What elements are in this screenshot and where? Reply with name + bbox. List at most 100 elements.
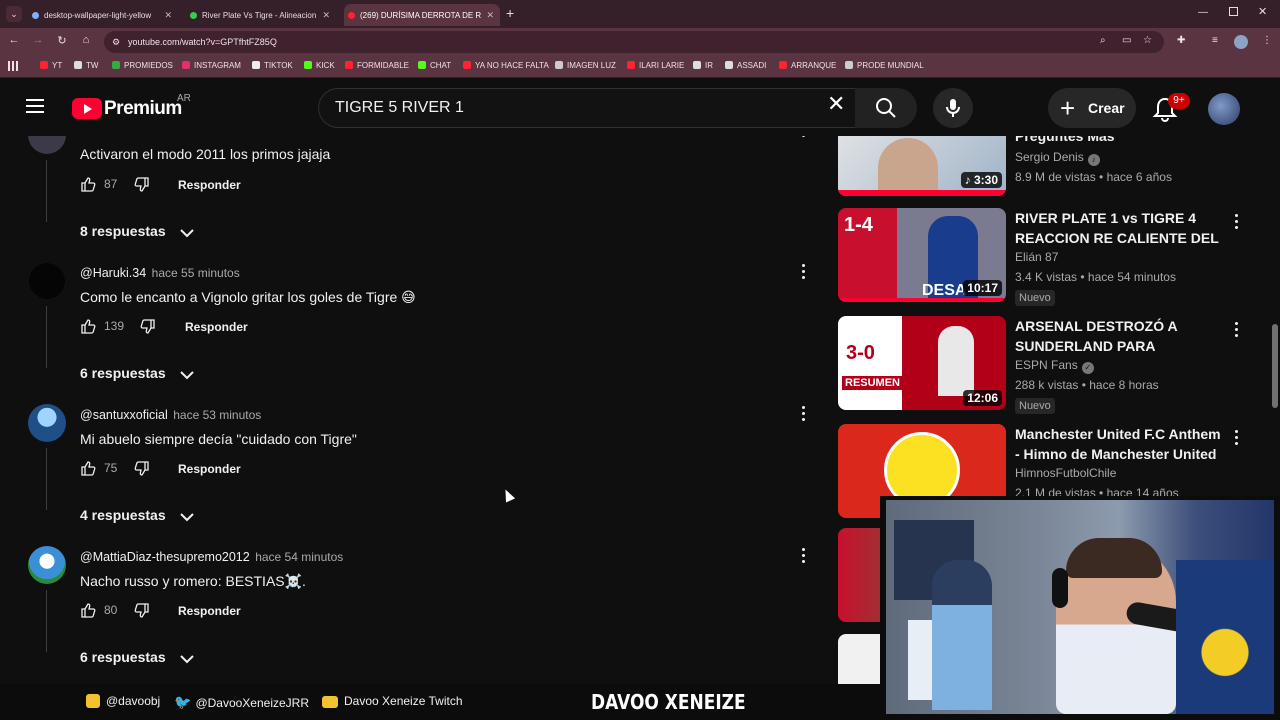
comment-more-icon[interactable] — [798, 136, 808, 140]
recommended-video[interactable]: 3-0 RESUMEN 12:06 ARSENAL DESTROZÓ A SUN… — [838, 316, 1258, 414]
comment-more-icon[interactable] — [798, 406, 808, 424]
comment-more-icon[interactable] — [798, 548, 808, 566]
dislike-icon[interactable] — [134, 177, 150, 193]
bookmark-item[interactable]: YT — [40, 61, 62, 70]
bookmark-item[interactable]: INSTAGRAM — [182, 61, 241, 70]
comment-time[interactable]: hace 53 minutos — [173, 408, 261, 422]
youtube-logo-text[interactable]: Premium — [104, 98, 182, 120]
video-more-icon[interactable] — [1231, 214, 1241, 232]
search-button[interactable] — [855, 88, 917, 128]
forward-icon[interactable]: → — [30, 34, 46, 46]
comment-author[interactable]: @Haruki.34 hace 55 minutos — [80, 266, 240, 280]
reply-button[interactable]: Responder — [178, 178, 241, 192]
tab-close-icon[interactable]: ✕ — [322, 10, 330, 21]
apps-grid-icon[interactable] — [8, 61, 18, 71]
comment-more-icon[interactable] — [798, 264, 808, 282]
dislike-icon[interactable] — [134, 603, 150, 619]
view-replies-button[interactable]: 6 respuestas — [80, 365, 194, 381]
video-title[interactable]: Preguntes Más — [1015, 136, 1223, 146]
bookmark-item[interactable]: FORMIDABLE — [345, 61, 409, 70]
reading-list-icon[interactable]: ≡ — [1212, 35, 1218, 46]
video-more-icon[interactable] — [1231, 322, 1241, 340]
minimize-icon[interactable]: — — [1198, 7, 1208, 18]
cast-icon[interactable]: ▭ — [1122, 35, 1131, 46]
channel-name[interactable]: HimnosFutbolChile — [1015, 466, 1116, 480]
like-icon[interactable] — [80, 318, 96, 334]
channel-name[interactable]: Elián 87 — [1015, 250, 1058, 264]
recommended-video[interactable]: ♪ 3:30 Preguntes Más Sergio Denis ♪ 8.9 M… — [838, 136, 1258, 198]
home-icon[interactable]: ⌂ — [78, 34, 94, 46]
comment-author[interactable]: @santuxxoficial hace 53 minutos — [80, 408, 261, 422]
video-title[interactable]: Manchester United F.C Anthem - Himno de … — [1015, 424, 1223, 464]
like-icon[interactable] — [80, 176, 96, 192]
profile-icon[interactable] — [1234, 35, 1248, 49]
bookmark-item[interactable]: IMAGEN LUZ — [555, 61, 616, 70]
clear-search-icon[interactable]: ✕ — [827, 93, 845, 115]
bookmark-item[interactable]: IR — [693, 61, 713, 70]
like-icon[interactable] — [80, 460, 96, 476]
video-title[interactable]: ARSENAL DESTROZÓ A SUNDERLAND PARA SACAR… — [1015, 316, 1223, 356]
recommended-video[interactable]: 1-4 DESA 10:17 RIVER PLATE 1 vs TIGRE 4 … — [838, 208, 1258, 306]
reply-button[interactable]: Responder — [178, 462, 241, 476]
bookmark-item[interactable]: TIKTOK — [252, 61, 293, 70]
reply-button[interactable]: Responder — [185, 320, 248, 334]
dislike-icon[interactable] — [134, 461, 150, 477]
browser-tab[interactable]: River Plate Vs Tigre - Alineacion ✕ — [186, 4, 336, 26]
video-thumbnail[interactable]: ♪ 3:30 — [838, 136, 1006, 196]
bookmark-item[interactable]: PRODE MUNDIAL — [845, 61, 924, 70]
site-info-icon[interactable]: ⚙ — [112, 31, 120, 53]
menu-hamburger-icon[interactable] — [26, 98, 46, 114]
tab-search-icon[interactable]: ⌄ — [6, 6, 22, 22]
video-thumbnail[interactable]: 3-0 RESUMEN 12:06 — [838, 316, 1006, 410]
like-icon[interactable] — [80, 602, 96, 618]
tab-close-icon[interactable]: ✕ — [486, 10, 494, 21]
view-replies-button[interactable]: 4 respuestas — [80, 507, 194, 523]
bookmark-item[interactable]: ILARI LARIE — [627, 61, 684, 70]
create-button[interactable]: + Crear — [1048, 88, 1136, 128]
bookmark-item[interactable]: PROMIEDOS — [112, 61, 173, 70]
comment-time[interactable]: hace 55 minutos — [152, 266, 240, 280]
view-replies-button[interactable]: 6 respuestas — [80, 649, 194, 665]
back-icon[interactable]: ← — [6, 34, 22, 46]
page-scrollbar[interactable] — [1272, 324, 1278, 408]
video-title[interactable]: RIVER PLATE 1 vs TIGRE 4 REACCION RE CAL… — [1015, 208, 1223, 248]
bookmark-item[interactable]: CHAT — [418, 61, 451, 70]
bookmark-item[interactable]: YA NO HACE FALTA — [463, 61, 549, 70]
close-window-icon[interactable]: ✕ — [1258, 5, 1267, 18]
channel-name[interactable]: ESPN Fans ✓ — [1015, 358, 1094, 374]
extensions-icon[interactable]: ✚ — [1177, 35, 1185, 46]
author-handle[interactable]: @Haruki.34 — [80, 266, 146, 280]
youtube-logo-icon[interactable] — [72, 98, 102, 119]
url-field[interactable]: ⚙ youtube.com/watch?v=GPTfhtFZ85Q — [104, 31, 1164, 53]
comment-time[interactable]: hace 54 minutos — [255, 550, 343, 564]
comment-avatar[interactable] — [28, 262, 66, 300]
reload-icon[interactable]: ↻ — [54, 34, 70, 47]
search-input[interactable]: TIGRE 5 RIVER 1 — [335, 99, 464, 117]
browser-tab[interactable]: desktop-wallpaper-light-yellow ✕ — [28, 4, 178, 26]
voice-search-button[interactable] — [933, 88, 973, 128]
tab-close-icon[interactable]: ✕ — [164, 10, 172, 21]
video-thumbnail[interactable]: 1-4 DESA 10:17 — [838, 208, 1006, 302]
comment-author[interactable]: @MattiaDiaz-thesupremo2012 hace 54 minut… — [80, 550, 343, 564]
account-avatar[interactable] — [1208, 93, 1240, 125]
comment-avatar[interactable] — [28, 136, 66, 154]
bookmark-item[interactable]: TW — [74, 61, 98, 70]
author-handle[interactable]: @MattiaDiaz-thesupremo2012 — [80, 550, 250, 564]
comment-avatar[interactable] — [28, 546, 66, 584]
browser-menu-icon[interactable]: ⋮ — [1262, 35, 1272, 46]
zoom-icon[interactable]: ⌕ — [1100, 35, 1106, 46]
search-field[interactable]: TIGRE 5 RIVER 1 — [318, 88, 862, 128]
restore-icon[interactable] — [1229, 7, 1238, 16]
bookmark-item[interactable]: ARRANQUE — [779, 61, 836, 70]
channel-name[interactable]: Sergio Denis ♪ — [1015, 150, 1100, 166]
bookmark-item[interactable]: KICK — [304, 61, 335, 70]
dislike-icon[interactable] — [140, 319, 156, 335]
video-more-icon[interactable] — [1231, 430, 1241, 448]
view-replies-button[interactable]: 8 respuestas — [80, 223, 194, 239]
bookmark-item[interactable]: ASSADI — [725, 61, 766, 70]
author-handle[interactable]: @santuxxoficial — [80, 408, 168, 422]
bookmark-star-icon[interactable]: ☆ — [1143, 35, 1152, 46]
comment-avatar[interactable] — [28, 404, 66, 442]
browser-tab-active[interactable]: (269) DURÍSIMA DERROTA DE R ✕ — [344, 4, 500, 26]
reply-button[interactable]: Responder — [178, 604, 241, 618]
